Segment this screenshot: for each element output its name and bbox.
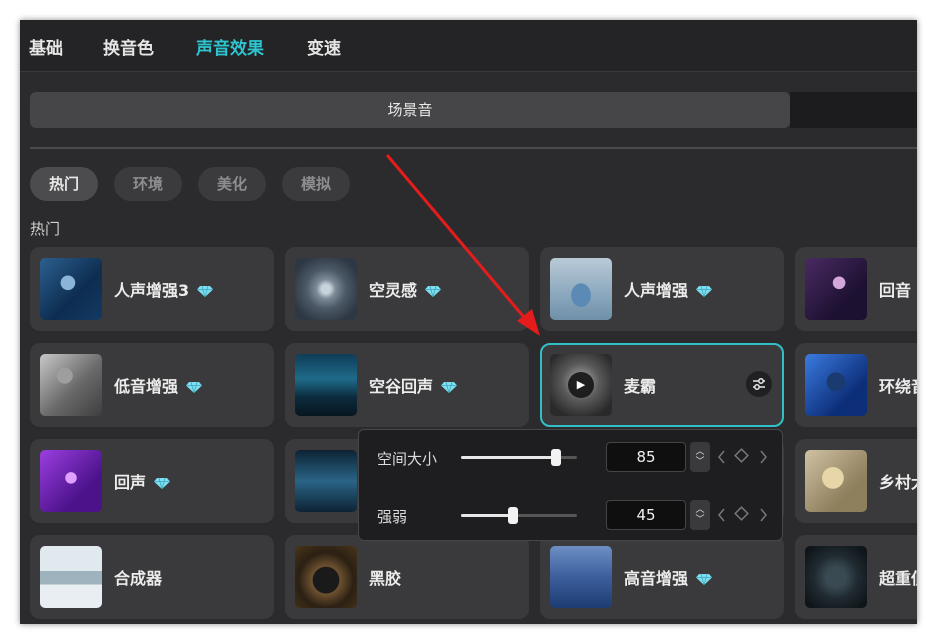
effect-card-bass-enhance[interactable]: 低音增强 bbox=[30, 343, 274, 427]
category-simulate[interactable]: 模拟 bbox=[282, 167, 350, 201]
effect-card-rural-speaker[interactable]: 乡村大喇叭 bbox=[795, 439, 917, 523]
app-window: 基础 换音色 声音效果 变速 场景音 热门 环境 美化 模拟 热门 人声增强3 … bbox=[20, 20, 917, 624]
category-beautify[interactable]: 美化 bbox=[198, 167, 266, 201]
segment-scene-sound[interactable]: 场景音 bbox=[30, 92, 790, 128]
strength-slider[interactable] bbox=[461, 507, 577, 524]
tab-speed[interactable]: 变速 bbox=[307, 34, 341, 59]
effect-thumbnail bbox=[40, 546, 102, 608]
effect-params-popover: 空间大小 85 ︿ ﹀ 强弱 45 ︿ ﹀ bbox=[358, 429, 783, 541]
premium-diamond-icon bbox=[696, 573, 713, 585]
space-size-input[interactable]: 85 bbox=[606, 442, 686, 472]
category-hot[interactable]: 热门 bbox=[30, 167, 98, 201]
section-title: 热门 bbox=[30, 220, 61, 238]
slider-fill bbox=[461, 456, 557, 459]
effect-label: 乡村大喇叭 bbox=[879, 473, 917, 492]
strength-input[interactable]: 45 bbox=[606, 500, 686, 530]
premium-diamond-icon bbox=[197, 285, 214, 297]
effect-label: 空谷回声 bbox=[369, 373, 458, 397]
effect-card-vocal-enhance-3[interactable]: 人声增强3 bbox=[30, 247, 274, 331]
effect-label: 环绕音 bbox=[879, 377, 917, 396]
effect-thumbnail bbox=[805, 354, 867, 416]
effect-card-mic-king[interactable]: ▶ 麦霸 bbox=[540, 343, 784, 427]
divider bbox=[30, 147, 917, 149]
effect-thumbnail: ▶ bbox=[550, 354, 612, 416]
premium-diamond-icon bbox=[186, 381, 203, 393]
space-size-slider[interactable] bbox=[461, 449, 577, 466]
effect-label: 人声增强3 bbox=[114, 277, 214, 301]
effect-card-reverb[interactable]: 回音 bbox=[795, 247, 917, 331]
keyframe-nav-icon[interactable] bbox=[717, 447, 769, 467]
play-icon[interactable]: ▶ bbox=[568, 372, 594, 398]
effect-thumbnail bbox=[805, 450, 867, 512]
effect-card-ethereal[interactable]: 空灵感 bbox=[285, 247, 529, 331]
effect-thumbnail bbox=[805, 546, 867, 608]
effect-thumbnail bbox=[805, 258, 867, 320]
slider-fill bbox=[461, 514, 514, 517]
effect-thumbnail bbox=[295, 354, 357, 416]
effect-card-vocal-enhance[interactable]: 人声增强 bbox=[540, 247, 784, 331]
adjust-settings-icon[interactable] bbox=[746, 371, 772, 397]
premium-diamond-icon bbox=[441, 381, 458, 393]
category-environment[interactable]: 环境 bbox=[114, 167, 182, 201]
premium-diamond-icon bbox=[425, 285, 442, 297]
effect-label: 空灵感 bbox=[369, 277, 442, 301]
effect-label: 回音 bbox=[879, 281, 912, 300]
effect-label: 超重低音 bbox=[879, 569, 917, 588]
effect-card-echo[interactable]: 回声 bbox=[30, 439, 274, 523]
slider-handle[interactable] bbox=[508, 507, 519, 524]
premium-diamond-icon bbox=[696, 285, 713, 297]
effect-thumbnail bbox=[550, 546, 612, 608]
effect-card-surround[interactable]: 环绕音 bbox=[795, 343, 917, 427]
tab-voice-change[interactable]: 换音色 bbox=[103, 34, 154, 59]
effect-label: 黑胶 bbox=[369, 569, 402, 588]
effect-label: 人声增强 bbox=[624, 277, 713, 301]
segment-remainder bbox=[790, 92, 917, 128]
space-size-label: 空间大小 bbox=[377, 450, 438, 468]
effect-card-synth[interactable]: 合成器 bbox=[30, 535, 274, 619]
strength-stepper[interactable]: ︿ ﹀ bbox=[690, 500, 710, 530]
effect-card-vinyl[interactable]: 黑胶 bbox=[285, 535, 529, 619]
slider-handle[interactable] bbox=[551, 449, 562, 466]
effect-label: 回声 bbox=[114, 469, 171, 493]
effect-card-valley-echo[interactable]: 空谷回声 bbox=[285, 343, 529, 427]
effect-thumbnail bbox=[40, 258, 102, 320]
effect-thumbnail bbox=[40, 354, 102, 416]
effect-label: 麦霸 bbox=[624, 377, 657, 396]
space-size-stepper[interactable]: ︿ ﹀ bbox=[690, 442, 710, 472]
premium-diamond-icon bbox=[154, 477, 171, 489]
effect-card-heavy-bass[interactable]: 超重低音 bbox=[795, 535, 917, 619]
keyframe-nav-icon[interactable] bbox=[717, 505, 769, 525]
effect-thumbnail bbox=[295, 546, 357, 608]
tab-sound-effects[interactable]: 声音效果 bbox=[196, 34, 264, 59]
tab-basic[interactable]: 基础 bbox=[29, 34, 63, 59]
effect-label: 低音增强 bbox=[114, 373, 203, 397]
effect-thumbnail bbox=[295, 258, 357, 320]
tab-bar: 基础 换音色 声音效果 变速 bbox=[20, 20, 917, 72]
effect-label: 合成器 bbox=[114, 569, 163, 588]
effect-thumbnail bbox=[40, 450, 102, 512]
effect-label: 高音增强 bbox=[624, 565, 713, 589]
effect-thumbnail bbox=[550, 258, 612, 320]
effect-card-treble-enhance[interactable]: 高音增强 bbox=[540, 535, 784, 619]
strength-label: 强弱 bbox=[377, 508, 408, 526]
effect-thumbnail bbox=[295, 450, 357, 512]
